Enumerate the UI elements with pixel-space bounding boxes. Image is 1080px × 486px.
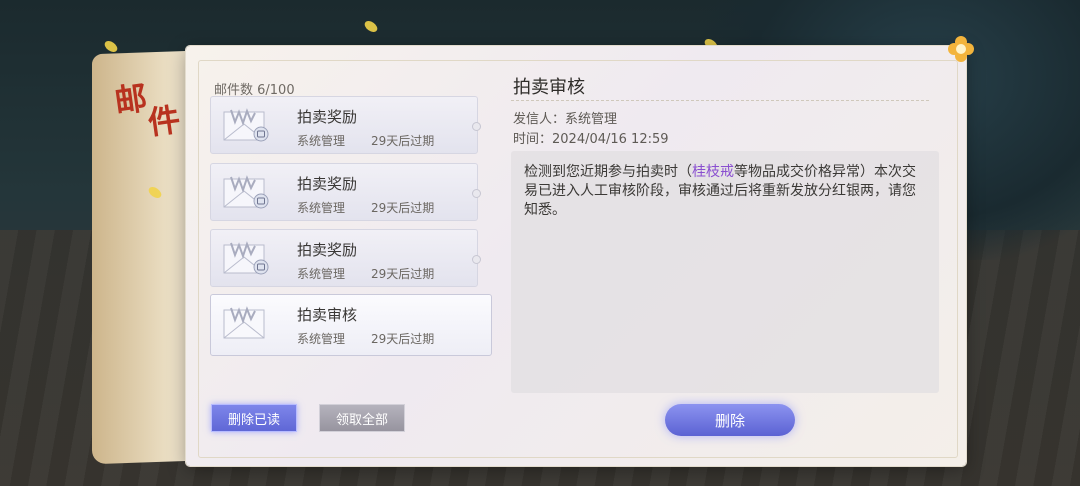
envelope-icon — [223, 175, 269, 209]
attachment-badge-icon — [253, 126, 269, 142]
delete-button[interactable]: 删除 — [665, 404, 795, 436]
envelope-icon — [223, 241, 269, 275]
mail-sender: 系统管理 — [297, 332, 346, 346]
petal-decoration — [102, 38, 120, 55]
body-item-highlight[interactable]: 桂枝戒 — [692, 164, 734, 180]
mail-subject: 拍卖奖励 — [297, 241, 358, 259]
mail-expire: 29天后过期 — [371, 267, 435, 281]
mail-sender: 系统管理 — [297, 201, 346, 215]
mail-detail-sender: 发信人：系统管理 — [513, 112, 618, 127]
mail-list-item[interactable]: 拍卖奖励 系统管理 29天后过期 — [210, 163, 481, 221]
attachment-badge-icon — [253, 259, 269, 275]
envelope-icon — [223, 306, 265, 339]
mail-sender: 系统管理 — [297, 267, 346, 281]
mail-list-item[interactable]: 拍卖奖励 系统管理 29天后过期 — [210, 96, 481, 154]
mail-subject: 拍卖审核 — [297, 306, 358, 324]
mail-subject: 拍卖奖励 — [297, 108, 358, 126]
body-text-before: 检测到您近期参与拍卖时（ — [524, 164, 692, 180]
mail-list-item-selected[interactable]: 拍卖审核 系统管理 29天后过期 — [210, 294, 492, 356]
delete-read-button[interactable]: 删除已读 — [211, 404, 297, 432]
mail-detail-text: 检测到您近期参与拍卖时（桂枝戒等物品成交价格异常）本次交易已进入人工审核阶段，审… — [524, 163, 924, 220]
mail-subject: 拍卖奖励 — [297, 175, 358, 193]
scroll-dot — [472, 189, 481, 198]
mail-detail-time: 时间：2024/04/16 12:59 — [513, 132, 669, 147]
envelope-icon — [223, 108, 269, 142]
attachment-badge-icon — [253, 193, 269, 209]
petal-decoration — [362, 18, 380, 35]
mail-title-seal: 邮 件 — [106, 67, 195, 147]
mail-expire: 29天后过期 — [371, 332, 435, 346]
claim-all-button[interactable]: 领取全部 — [319, 404, 405, 432]
divider — [511, 100, 929, 101]
close-button[interactable] — [946, 34, 976, 64]
scroll-dot — [472, 255, 481, 264]
mail-list-item[interactable]: 拍卖奖励 系统管理 29天后过期 — [210, 229, 481, 287]
mail-detail-title: 拍卖审核 — [513, 77, 585, 98]
mail-sender: 系统管理 — [297, 134, 346, 148]
mail-detail-body: 检测到您近期参与拍卖时（桂枝戒等物品成交价格异常）本次交易已进入人工审核阶段，审… — [511, 151, 939, 393]
scroll-dot — [472, 122, 481, 131]
title-char: 件 — [145, 99, 187, 143]
mail-expire: 29天后过期 — [371, 201, 435, 215]
close-flower-icon — [948, 36, 974, 62]
mail-expire: 29天后过期 — [371, 134, 435, 148]
